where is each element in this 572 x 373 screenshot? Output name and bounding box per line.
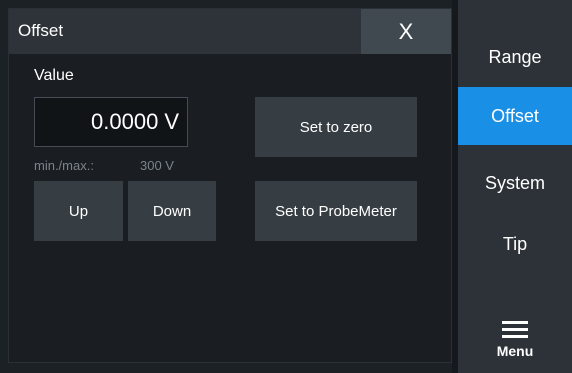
- dialog-title: Offset: [18, 21, 64, 40]
- sidebar-item-system[interactable]: System: [458, 154, 572, 212]
- minmax-value: 300 V: [140, 158, 174, 173]
- offset-dialog: Offset X Value 0.0000 V min./max.: 300 V…: [8, 8, 452, 363]
- offset-value-input[interactable]: 0.0000 V: [34, 97, 188, 147]
- sidebar-item-tip[interactable]: Tip: [458, 215, 572, 273]
- up-button[interactable]: Up: [34, 181, 123, 241]
- sidebar-item-offset[interactable]: Offset: [458, 87, 572, 145]
- offset-value: 0.0000: [91, 109, 159, 134]
- sidebar-item-range[interactable]: Range: [458, 28, 572, 86]
- set-to-zero-button[interactable]: Set to zero: [255, 97, 417, 157]
- offset-unit: V: [164, 109, 179, 134]
- set-to-probemeter-button[interactable]: Set to ProbeMeter: [255, 181, 417, 241]
- down-button[interactable]: Down: [128, 181, 216, 241]
- close-button[interactable]: X: [361, 9, 451, 54]
- menu-label: Menu: [496, 343, 534, 359]
- sidebar: Range Offset System Tip Menu: [458, 0, 572, 373]
- screen: Offset X Value 0.0000 V min./max.: 300 V…: [0, 0, 572, 373]
- menu-button[interactable]: Menu: [458, 310, 572, 370]
- dialog-titlebar: Offset X: [9, 9, 451, 54]
- minmax-label: min./max.:: [34, 158, 94, 173]
- value-label: Value: [34, 67, 74, 84]
- hamburger-icon: [502, 321, 528, 339]
